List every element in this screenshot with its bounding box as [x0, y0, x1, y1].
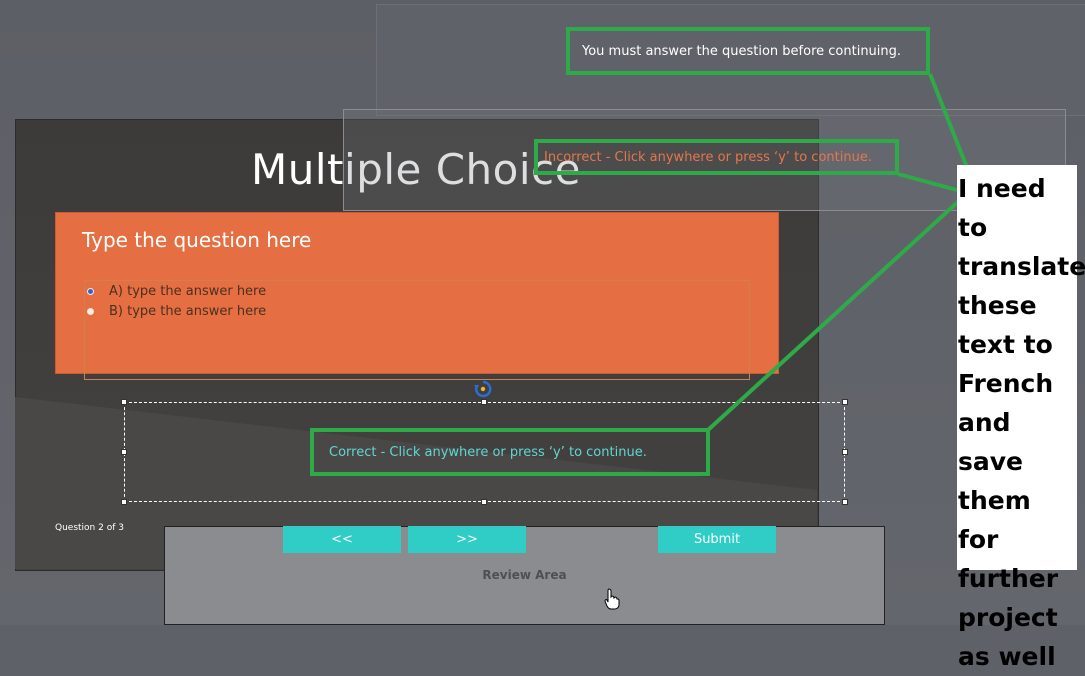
radio-selected-icon[interactable]: [87, 287, 94, 295]
annotation-line: I need to: [958, 174, 1046, 242]
resize-handle[interactable]: [842, 399, 848, 405]
answer-list: A) type the answer here B) type the answ…: [87, 281, 266, 321]
annotation-line: them for: [958, 486, 1031, 554]
annotation-line: text to: [958, 330, 1053, 359]
annotation-line: French: [958, 369, 1054, 398]
annotation-line: as well: [958, 642, 1056, 671]
answer-option-a[interactable]: A) type the answer here: [87, 281, 266, 301]
must-answer-text: You must answer the question before cont…: [582, 43, 902, 59]
answer-label: A) type the answer here: [109, 283, 267, 299]
annotation-line: and save: [958, 408, 1024, 476]
annotation-line: these: [958, 291, 1037, 320]
resize-handle[interactable]: [121, 449, 127, 455]
question-text[interactable]: Type the question here: [82, 228, 311, 252]
answer-option-b[interactable]: B) type the answer here: [87, 301, 266, 321]
incorrect-text: Incorrect - Click anywhere or press ‘y’ …: [544, 149, 872, 165]
question-counter: Question 2 of 3: [55, 523, 124, 533]
next-button[interactable]: >>: [408, 526, 526, 553]
incorrect-message[interactable]: Incorrect - Click anywhere or press ‘y’ …: [534, 139, 899, 175]
annotation-note: I need to translate these text to French…: [957, 165, 1085, 671]
answer-label: B) type the answer here: [109, 303, 267, 319]
resize-handle[interactable]: [121, 499, 127, 505]
resize-handle[interactable]: [481, 499, 487, 505]
rotate-handle-icon[interactable]: [474, 380, 492, 398]
correct-text: Correct - Click anywhere or press ‘y’ to…: [329, 444, 647, 460]
review-area-label: Review Area: [482, 568, 567, 582]
previous-button[interactable]: <<: [283, 526, 401, 553]
resize-handle[interactable]: [842, 499, 848, 505]
annotation-line: project: [958, 603, 1058, 632]
radio-icon[interactable]: [87, 307, 94, 315]
must-answer-message[interactable]: You must answer the question before cont…: [566, 27, 930, 75]
submit-button[interactable]: Submit: [658, 526, 776, 553]
hand-cursor-icon: [604, 588, 620, 610]
correct-message[interactable]: Correct - Click anywhere or press ‘y’ to…: [310, 428, 710, 476]
annotation-line: translate: [958, 252, 1085, 281]
resize-handle[interactable]: [121, 399, 127, 405]
resize-handle[interactable]: [481, 399, 487, 405]
annotation-line: further: [958, 564, 1059, 593]
resize-handle[interactable]: [842, 449, 848, 455]
